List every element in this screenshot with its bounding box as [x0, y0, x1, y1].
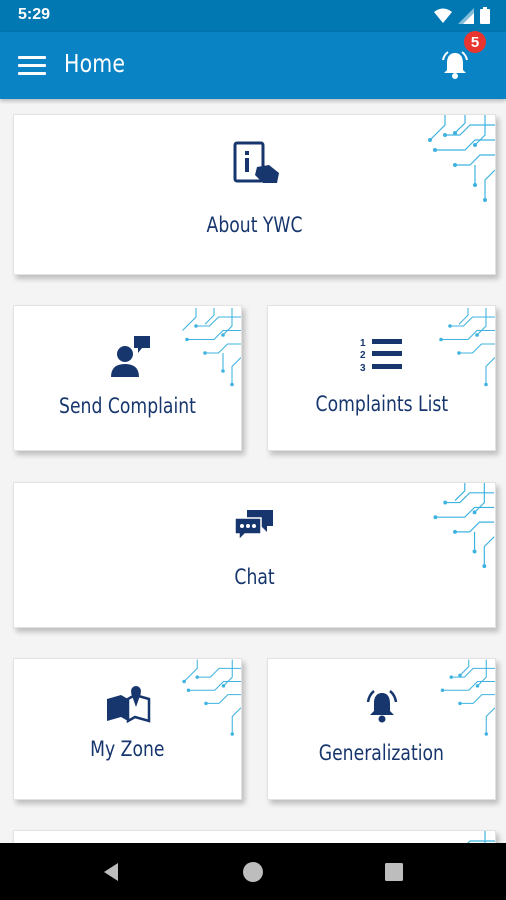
battery-icon: [480, 7, 490, 24]
send-complaint-card[interactable]: Send Complaint: [13, 305, 242, 451]
complaints-list-label: Complaints List: [315, 392, 448, 416]
home-icon[interactable]: [238, 857, 268, 887]
notifications-bell-icon[interactable]: [438, 48, 472, 82]
my-zone-card[interactable]: My Zone: [13, 658, 242, 800]
about-ywc-label: About YWC: [206, 213, 303, 237]
circuit-decoration-icon: [182, 308, 241, 387]
circuit-decoration-icon: [439, 308, 495, 387]
app-bar: Home: [0, 32, 506, 99]
status-icons: [434, 7, 490, 24]
alarm-bell-icon: [366, 690, 398, 723]
map-pin-book-icon: [107, 686, 151, 723]
chat-card[interactable]: Chat: [13, 482, 496, 628]
generalization-card[interactable]: Generalization: [267, 658, 496, 800]
circuit-decoration-icon: [467, 831, 495, 843]
page-title: Home: [64, 49, 126, 78]
about-ywc-card[interactable]: About YWC: [13, 114, 496, 275]
status-time: 5:29: [18, 6, 51, 23]
back-icon[interactable]: [96, 857, 126, 887]
tablet-info-icon: [233, 141, 279, 183]
circuit-decoration-icon: [182, 659, 241, 736]
signal-icon: [458, 7, 474, 24]
svg-text:1: 1: [360, 338, 366, 349]
chat-label: Chat: [234, 565, 275, 589]
notification-count-badge: 5: [464, 31, 486, 53]
chat-bubbles-icon: [234, 510, 273, 542]
svg-text:2: 2: [360, 350, 366, 361]
wifi-icon: [434, 8, 452, 23]
system-navigation-bar: [0, 843, 506, 900]
user-speech-icon: [111, 336, 150, 377]
next-card-partial[interactable]: [13, 830, 496, 843]
complaints-list-card[interactable]: 1 2 3 Complaints List: [267, 305, 496, 451]
numbered-list-icon: 1 2 3: [360, 338, 402, 374]
circuit-decoration-icon: [428, 115, 495, 202]
generalization-label: Generalization: [318, 741, 445, 765]
svg-text:3: 3: [360, 363, 366, 374]
circuit-decoration-icon: [440, 659, 495, 736]
home-grid: About YWC Send Complaint 1 2 3 Complaint…: [0, 99, 506, 843]
my-zone-label: My Zone: [90, 737, 165, 761]
menu-icon[interactable]: [18, 52, 46, 80]
circuit-decoration-icon: [433, 483, 495, 569]
recents-icon[interactable]: [379, 857, 409, 887]
send-complaint-label: Send Complaint: [59, 394, 196, 418]
status-bar: 5:29: [0, 0, 506, 32]
